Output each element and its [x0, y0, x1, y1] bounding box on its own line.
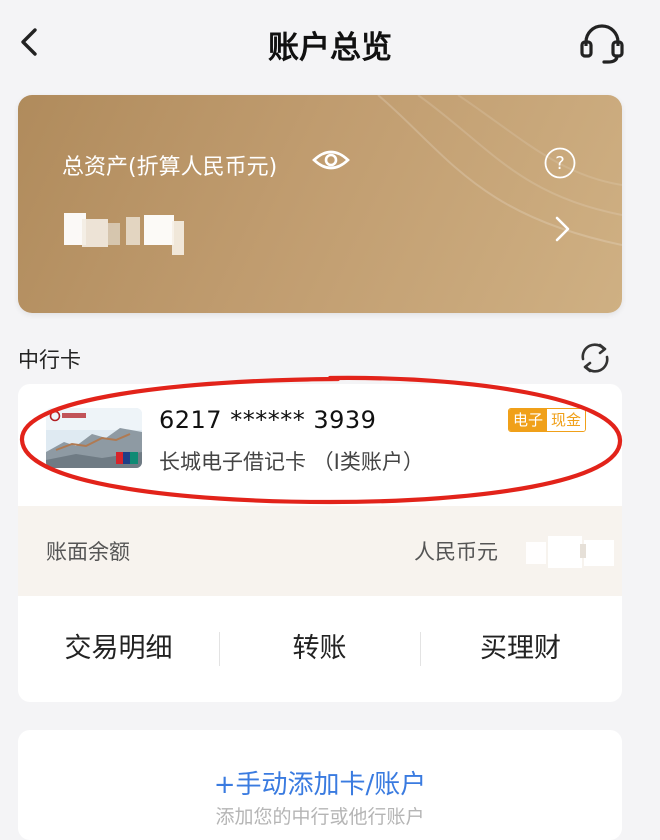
- total-assets-card[interactable]: 总资产(折算人民币元) ?: [18, 95, 622, 313]
- section-title: 中行卡: [18, 348, 81, 372]
- balance-amount-masked: [526, 534, 618, 570]
- help-button[interactable]: ?: [544, 147, 576, 179]
- add-account-button[interactable]: +手动添加卡/账户: [18, 764, 622, 801]
- balance-currency: 人民币元: [414, 540, 498, 564]
- transaction-details-button[interactable]: 交易明细: [18, 596, 219, 702]
- card-type-name: 长城电子借记卡 （I类账户）: [159, 450, 424, 474]
- transfer-button[interactable]: 转账: [219, 596, 420, 702]
- eye-icon: [312, 150, 350, 170]
- total-assets-label: 总资产(折算人民币元): [62, 155, 278, 180]
- balance-label: 账面余额: [46, 540, 130, 564]
- page-title: 账户总览: [268, 30, 392, 66]
- card-image: [46, 408, 142, 468]
- balance-row: 账面余额 人民币元: [18, 506, 622, 596]
- customer-service-button[interactable]: [578, 22, 626, 66]
- buy-wealth-management-button[interactable]: 买理财: [420, 596, 621, 702]
- asset-detail-button[interactable]: [548, 213, 576, 245]
- chevron-right-icon: [555, 216, 570, 242]
- add-account-hint: 添加您的中行或他行账户: [215, 806, 425, 828]
- debit-card-panel: 6217 ****** 3939 长城电子借记卡 （I类账户） 电子 现金 账面…: [18, 384, 622, 702]
- toggle-visibility-button[interactable]: [312, 147, 350, 173]
- top-bar: 账户总览: [0, 0, 660, 88]
- refresh-button[interactable]: [578, 341, 612, 375]
- headset-icon: [580, 24, 624, 64]
- add-account-panel: +手动添加卡/账户 添加您的中行或他行账户: [18, 730, 622, 840]
- card-type-badge: 电子 现金: [508, 408, 587, 432]
- refresh-icon: [581, 343, 609, 373]
- svg-text:?: ?: [555, 153, 565, 174]
- card-number: 6217 ****** 3939: [159, 406, 377, 434]
- question-circle-icon: ?: [544, 147, 576, 179]
- card-sheen: [377, 95, 622, 246]
- total-assets-amount-masked: [64, 209, 188, 255]
- badge-electronic: 电子: [509, 409, 548, 431]
- badge-cash: 现金: [547, 409, 586, 431]
